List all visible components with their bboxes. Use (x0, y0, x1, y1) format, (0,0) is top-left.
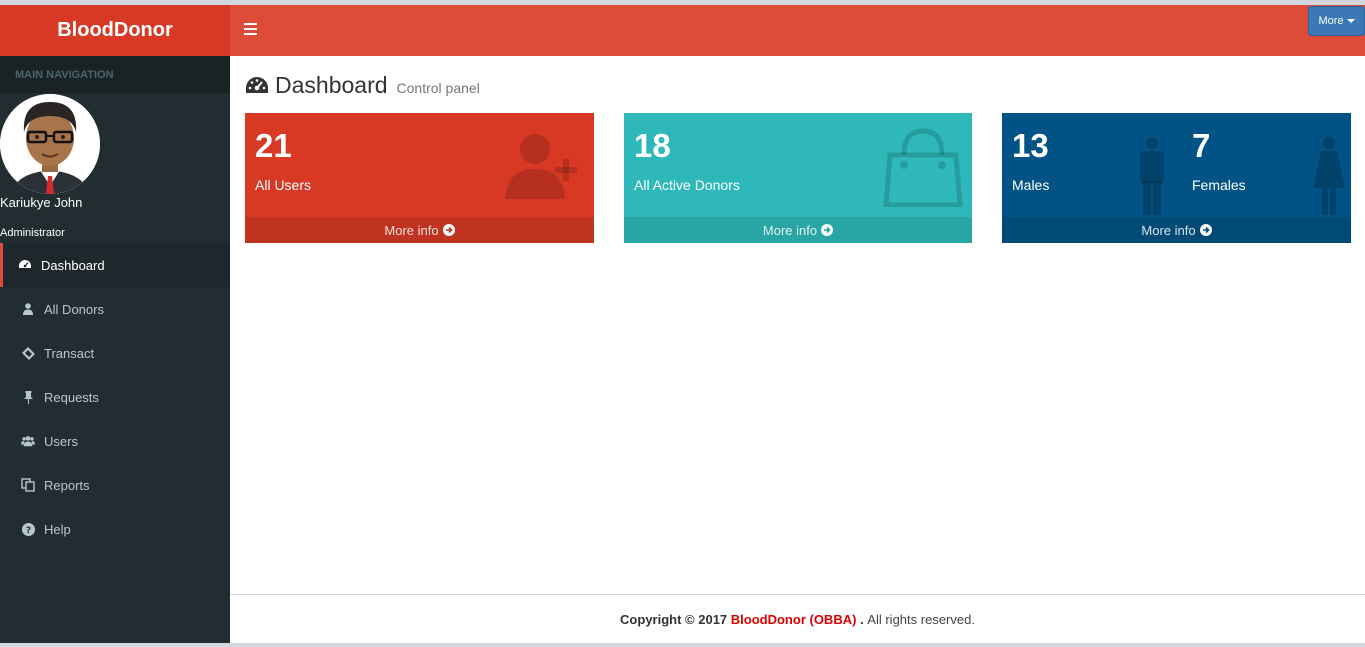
caret-down-icon (1346, 19, 1355, 23)
dashboard-icon (18, 258, 32, 272)
more-info-label: More info (384, 222, 439, 238)
sidebar-item-label: Dashboard (41, 257, 105, 273)
sidebar-item-label: Users (44, 433, 78, 449)
footer-rights: All rights reserved. (867, 611, 975, 627)
male-icon (1140, 137, 1164, 215)
svg-text:?: ? (25, 526, 30, 536)
more-info-label: More info (1141, 222, 1196, 238)
top-navbar: More (230, 5, 1365, 56)
page-header: Dashboard Control panel (245, 72, 480, 99)
pin-icon (21, 390, 35, 404)
question-circle-icon: ? (21, 522, 35, 536)
sidebar-section-label: MAIN NAVIGATION (0, 56, 230, 93)
copy-icon (21, 478, 35, 492)
stat-box-all-users: 21 All Users More info (245, 113, 594, 243)
stat-value: 18 (634, 127, 671, 164)
sidebar-item-all-donors[interactable]: All Donors (0, 287, 230, 331)
sidebar-menu: Dashboard All Donors Transact Requests U… (0, 243, 230, 551)
sidebar-item-label: Help (44, 521, 71, 537)
footer-brand-link[interactable]: BloodDonor (OBBA) (731, 612, 857, 627)
stat-value-females: 7 (1192, 127, 1211, 164)
page-footer: Copyright © 2017 BloodDonor (OBBA) . All… (230, 594, 1365, 643)
more-info-link[interactable]: More info (245, 217, 594, 243)
arrow-circle-right-icon (1199, 224, 1212, 236)
users-icon (21, 434, 35, 448)
more-dropdown-button[interactable]: More (1308, 6, 1365, 36)
user-name: Kariukye John (0, 195, 83, 210)
page-title: Dashboard (275, 72, 388, 98)
more-button-label: More (1318, 15, 1344, 27)
stat-box-gender: 13 Males 7 Females More info (1002, 113, 1351, 243)
footer-dot: . (860, 611, 864, 627)
user-role: Administrator (0, 227, 65, 239)
more-info-label: More info (762, 222, 818, 238)
arrow-circle-right-icon (442, 224, 455, 236)
stat-label-females: Females (1192, 177, 1246, 193)
stat-value: 21 (255, 127, 292, 164)
ticket-icon (21, 346, 35, 360)
window-bottom-strip (0, 643, 1365, 647)
sidebar-item-requests[interactable]: Requests (0, 375, 230, 419)
sidebar-item-transact[interactable]: Transact (0, 331, 230, 375)
sidebar-item-label: Reports (44, 477, 90, 493)
stat-label-males: Males (1012, 177, 1050, 193)
sidebar-item-dashboard[interactable]: Dashboard (0, 243, 230, 287)
shopping-bag-icon (883, 128, 963, 207)
user-plus-icon (505, 134, 577, 199)
sidebar-item-label: Transact (44, 345, 95, 361)
sidebar-item-help[interactable]: ? Help (0, 507, 230, 551)
more-info-link[interactable]: More info (624, 217, 972, 243)
female-icon (1313, 137, 1345, 215)
page-subtitle: Control panel (396, 80, 480, 96)
dashboard-icon (245, 76, 269, 96)
sidebar-item-label: Requests (44, 389, 99, 405)
app-logo[interactable]: BloodDonor (0, 5, 230, 56)
copyright-text: Copyright © 2017 (620, 611, 728, 627)
more-info-link[interactable]: More info (1002, 217, 1351, 243)
sidebar-item-label: All Donors (44, 301, 104, 317)
avatar (0, 94, 100, 194)
stat-label: All Users (255, 177, 312, 193)
sidebar-toggle-icon[interactable] (244, 23, 257, 37)
user-icon (21, 302, 35, 316)
sidebar-item-reports[interactable]: Reports (0, 463, 230, 507)
sidebar: MAIN NAVIGATION Kariukye John Administra… (0, 56, 230, 643)
stat-box-active-donors: 18 All Active Donors More info (624, 113, 972, 243)
stat-value-males: 13 (1012, 127, 1049, 164)
sidebar-item-users[interactable]: Users (0, 419, 230, 463)
arrow-circle-right-icon (821, 224, 834, 236)
stat-label: All Active Donors (634, 177, 740, 193)
